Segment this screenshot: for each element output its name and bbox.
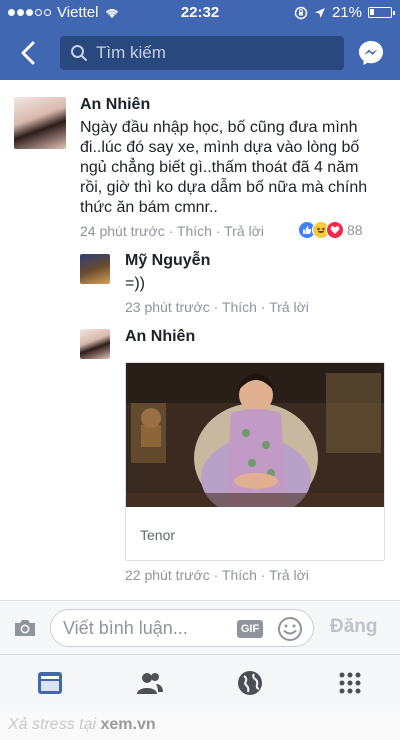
comment-author[interactable]: An Nhiên bbox=[125, 328, 195, 346]
comment-time: 24 phút trước bbox=[80, 223, 165, 239]
gif-button[interactable]: GIF bbox=[237, 620, 263, 638]
comment-composer: GIF Đăng bbox=[0, 600, 400, 654]
gif-source-label: Tenor bbox=[140, 527, 176, 543]
comment-author[interactable]: An Nhiên bbox=[80, 96, 150, 114]
messenger-icon[interactable] bbox=[356, 38, 386, 68]
comment-text: Ngày đầu nhập học, bố cũng đưa mình đi..… bbox=[80, 119, 368, 216]
back-arrow-icon[interactable] bbox=[14, 38, 44, 68]
reply-link[interactable]: Trả lời bbox=[224, 223, 264, 239]
friends-icon[interactable] bbox=[136, 669, 164, 697]
comments-thread: An Nhiên Ngày đầu nhập học, bố cũng đưa … bbox=[0, 80, 400, 600]
comment-meta: 22 phút trước · Thích · Trả lời bbox=[125, 567, 309, 583]
comment-time: 23 phút trước bbox=[125, 299, 210, 315]
like-link[interactable]: Thích bbox=[222, 299, 257, 315]
camera-icon[interactable] bbox=[12, 615, 38, 641]
reactions-summary[interactable]: 88 bbox=[298, 221, 363, 239]
comment-meta: 24 phút trước · Thích · Trả lời bbox=[80, 223, 264, 239]
reply-link[interactable]: Trả lời bbox=[269, 299, 309, 315]
sticker-smiley-icon[interactable] bbox=[277, 616, 303, 642]
watermark-prefix: Xả stress tại bbox=[8, 716, 97, 733]
comment-meta: 23 phút trước · Thích · Trả lời bbox=[125, 299, 309, 315]
comment-input[interactable] bbox=[63, 618, 233, 639]
status-bar: Viettel 22:32 21% bbox=[0, 0, 400, 26]
comment-input-box[interactable]: GIF bbox=[50, 609, 314, 647]
menu-grid-icon[interactable] bbox=[336, 669, 364, 697]
bottom-tab-bar bbox=[0, 654, 400, 710]
location-arrow-icon bbox=[314, 7, 325, 18]
gif-image[interactable] bbox=[126, 363, 384, 507]
top-bar: Viettel 22:32 21% bbox=[0, 0, 400, 80]
news-feed-icon[interactable] bbox=[36, 669, 64, 697]
search-icon bbox=[71, 45, 87, 61]
like-link[interactable]: Thích bbox=[177, 223, 212, 239]
love-icon bbox=[326, 221, 344, 239]
avatar[interactable] bbox=[14, 97, 66, 149]
watermark-site: xem.vn bbox=[100, 716, 156, 733]
like-link[interactable]: Thích bbox=[222, 567, 257, 583]
avatar[interactable] bbox=[80, 254, 110, 284]
search-bar[interactable] bbox=[60, 36, 344, 70]
search-input[interactable] bbox=[96, 43, 326, 63]
battery-percent: 21% bbox=[331, 4, 362, 21]
reply-link[interactable]: Trả lời bbox=[269, 567, 309, 583]
post-button[interactable]: Đăng bbox=[330, 616, 378, 638]
globe-icon[interactable] bbox=[236, 669, 264, 697]
comment-time: 22 phút trước bbox=[125, 567, 210, 583]
rotation-lock-icon bbox=[294, 6, 308, 19]
avatar[interactable] bbox=[80, 329, 110, 359]
reaction-count: 88 bbox=[347, 222, 363, 238]
watermark: Xả stress tại xem.vn bbox=[0, 710, 400, 740]
comment-author[interactable]: Mỹ Nguyễn bbox=[125, 252, 210, 270]
comment-text: =)) bbox=[125, 275, 145, 292]
gif-attachment[interactable]: Tenor bbox=[125, 362, 385, 561]
battery-icon bbox=[368, 7, 395, 18]
